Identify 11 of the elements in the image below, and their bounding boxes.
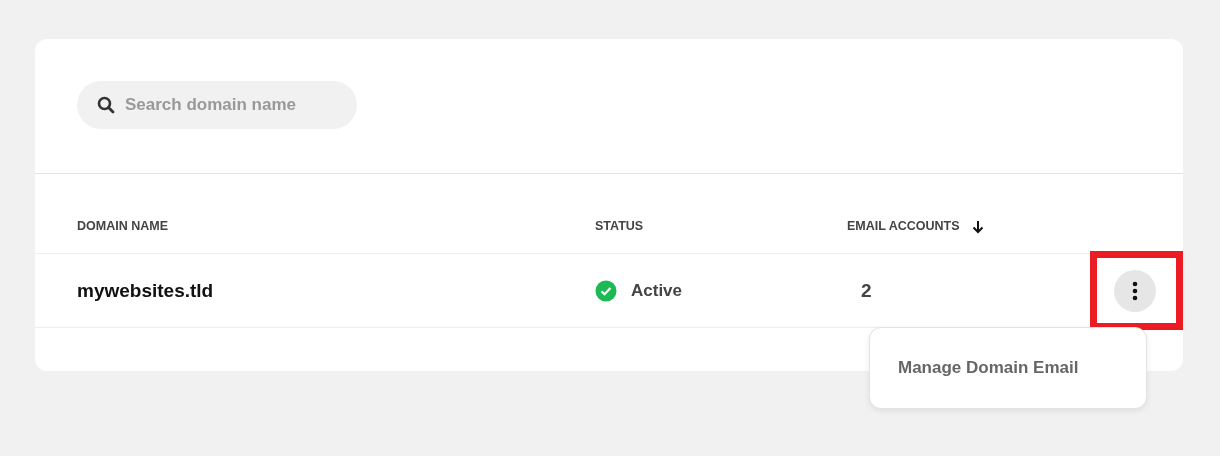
domain-name: mywebsites.tld	[77, 278, 215, 303]
email-count: 2	[860, 278, 873, 303]
column-header[interactable]: STATUS	[595, 217, 644, 236]
search-field[interactable]: Search domain name	[77, 81, 357, 129]
more-options-button[interactable]	[1114, 270, 1156, 312]
status-label: Active	[631, 280, 683, 303]
more-vertical-icon	[1132, 281, 1138, 301]
column-header[interactable]: EMAIL ACCOUNTS	[847, 217, 960, 236]
menu-item[interactable]: Manage Domain Email	[898, 355, 1079, 381]
column-header[interactable]: DOMAIN NAME	[77, 217, 168, 236]
sort-arrow-icon[interactable]	[971, 219, 984, 234]
